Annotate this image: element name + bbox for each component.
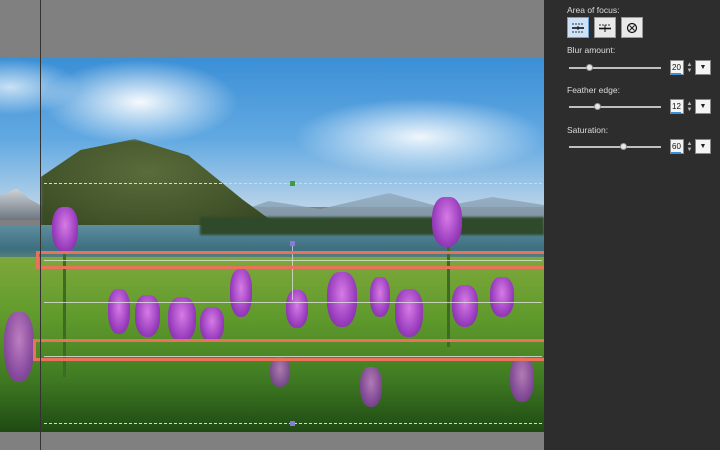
feather-edge-spinner[interactable]: ▲ ▼ (685, 99, 694, 114)
settings-panel: Area of focus: Blur amount: 20 ▲ ▼ ▼ Feat… (544, 0, 720, 450)
saturation-slider-thumb[interactable] (619, 143, 627, 150)
focus-band-bottom-line[interactable] (44, 302, 542, 303)
blur-amount-label: Blur amount: (567, 45, 616, 55)
chevron-down-icon: ▼ (699, 64, 707, 71)
feather-edge-dropdown[interactable]: ▼ (695, 99, 711, 114)
blur-amount-underline (671, 73, 681, 75)
flower (52, 207, 78, 252)
image-canvas[interactable] (0, 0, 544, 450)
feather-edge-slider[interactable] (569, 103, 661, 110)
area-of-focus-label: Area of focus: (567, 5, 620, 15)
highlight-box-top (36, 251, 544, 269)
focus-bottom-handle[interactable] (290, 421, 295, 426)
feather-edge-label: Feather edge: (567, 85, 620, 95)
blur-amount-dropdown[interactable]: ▼ (695, 60, 711, 75)
feather-edge-slider-thumb[interactable] (594, 103, 602, 110)
blur-amount-slider[interactable] (569, 64, 661, 71)
focus-top-handle[interactable] (290, 241, 295, 246)
flower (360, 367, 382, 407)
flower (370, 277, 390, 317)
focus-band-button[interactable] (567, 17, 589, 38)
saturation-label: Saturation: (567, 125, 609, 135)
flower (452, 285, 478, 327)
flower (286, 290, 308, 328)
focus-band-icon (572, 23, 584, 32)
chevron-down-icon: ▼ (699, 143, 707, 150)
focus-circle-icon (626, 22, 638, 33)
focus-line-button[interactable] (594, 17, 616, 38)
saturation-underline (671, 152, 681, 154)
flower (168, 297, 196, 342)
flower (432, 197, 462, 247)
flower (510, 357, 534, 402)
canvas-divider (40, 0, 41, 450)
blur-amount-slider-thumb[interactable] (585, 64, 593, 71)
photo-preview (0, 57, 544, 432)
chevron-down-icon: ▼ (699, 103, 707, 110)
flower (327, 272, 357, 327)
saturation-slider[interactable] (569, 143, 661, 150)
focus-circle-button[interactable] (621, 17, 643, 38)
flower (200, 307, 224, 342)
shore-trees (200, 217, 544, 235)
flower (4, 312, 34, 382)
saturation-spinner[interactable]: ▲ ▼ (685, 139, 694, 154)
rotate-handle[interactable] (290, 181, 295, 186)
flower (490, 277, 514, 317)
flower (395, 289, 423, 337)
focus-line-icon (599, 24, 611, 32)
saturation-dropdown[interactable]: ▼ (695, 139, 711, 154)
flower (270, 357, 290, 387)
blur-amount-spinner[interactable]: ▲ ▼ (685, 60, 694, 75)
flower (108, 289, 130, 334)
feather-edge-underline (671, 112, 681, 114)
highlight-box-bottom (33, 339, 544, 361)
flower (230, 269, 252, 317)
